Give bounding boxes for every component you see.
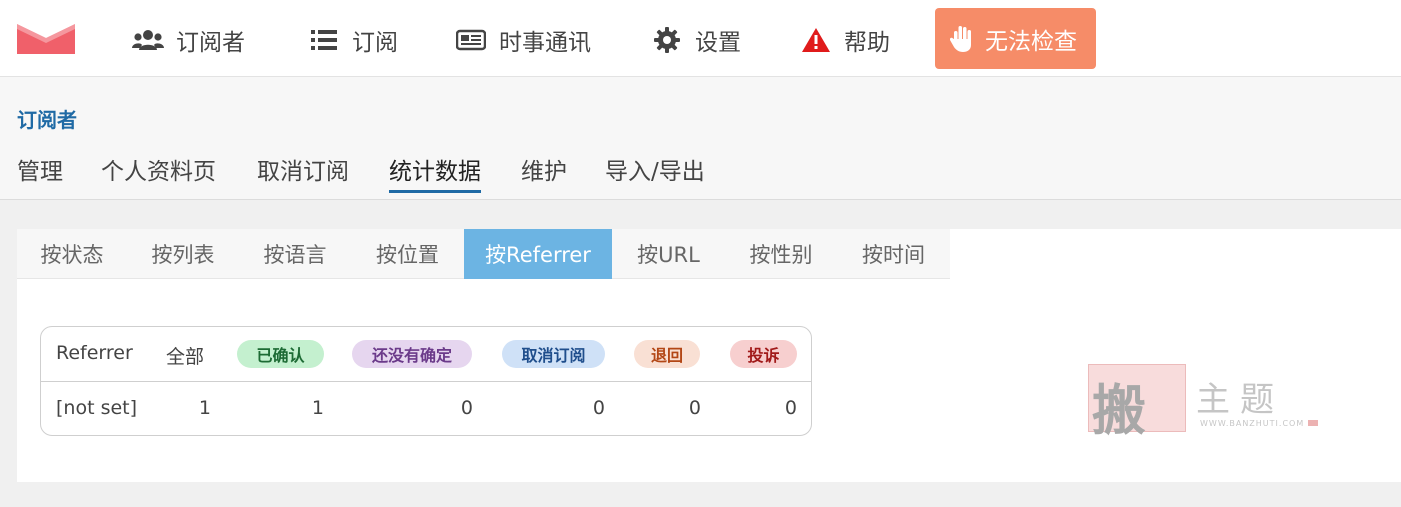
header-complaint-badge: 投诉 — [730, 340, 797, 368]
top-navbar: 订阅者 订阅 时事通讯 设置 帮助 无法检查 — [0, 0, 1401, 77]
row-unsubscribed: 0 — [592, 397, 605, 419]
row-confirmed: 1 — [311, 397, 324, 419]
stats-panel: 按状态 按列表 按语言 按位置 按Referrer 按URL 按性别 按时间 R… — [17, 229, 1401, 482]
users-icon — [132, 26, 164, 54]
header-unconfirmed-badge: 还没有确定 — [352, 340, 472, 368]
nav-help[interactable]: 帮助 — [800, 24, 890, 56]
stats-tabbar: 按状态 按列表 按语言 按位置 按Referrer 按URL 按性别 按时间 — [17, 229, 950, 279]
hand-icon — [947, 24, 977, 54]
site-watermark: 搬 主题 WWW.BANZHUTI.COM — [1088, 364, 1318, 442]
nav-settings[interactable]: 设置 — [651, 24, 741, 56]
subnav-maintenance[interactable]: 维护 — [521, 152, 567, 190]
tab-by-url[interactable]: 按URL — [612, 229, 725, 279]
tab-by-referrer[interactable]: 按Referrer — [464, 229, 612, 279]
newspaper-icon — [455, 26, 487, 54]
tab-by-list[interactable]: 按列表 — [127, 229, 239, 279]
warning-icon — [800, 26, 832, 54]
subnav-manage[interactable]: 管理 — [17, 152, 63, 190]
watermark-mark — [1308, 420, 1318, 426]
watermark-side-text: 主题 — [1196, 380, 1284, 420]
watermark-url: WWW.BANZHUTI.COM — [1200, 419, 1305, 428]
watermark-main-glyph: 搬 — [1092, 379, 1146, 442]
tab-by-location[interactable]: 按位置 — [351, 229, 464, 279]
subnav-unsubscribe[interactable]: 取消订阅 — [257, 152, 349, 190]
row-unconfirmed: 0 — [460, 397, 473, 419]
row-referrer: [not set] — [56, 397, 138, 419]
gear-icon — [651, 26, 683, 54]
nav-lists-label: 订阅 — [352, 30, 398, 56]
cannot-check-button[interactable]: 无法检查 — [935, 8, 1096, 69]
header-referrer: Referrer — [56, 342, 133, 364]
tab-by-status[interactable]: 按状态 — [17, 229, 127, 279]
subnav-import-export[interactable]: 导入/导出 — [605, 152, 705, 190]
cannot-check-label: 无法检查 — [985, 28, 1077, 55]
row-bounced: 0 — [688, 397, 701, 419]
header-confirmed-badge: 已确认 — [237, 340, 324, 368]
tab-by-gender[interactable]: 按性别 — [725, 229, 837, 279]
nav-newsletters-label: 时事通讯 — [499, 30, 591, 56]
nav-lists[interactable]: 订阅 — [308, 24, 398, 56]
page-subheader: 订阅者 管理 个人资料页 取消订阅 统计数据 维护 导入/导出 — [0, 77, 1401, 200]
header-all: 全部 — [166, 346, 205, 368]
nav-help-label: 帮助 — [844, 30, 890, 56]
row-complaint: 0 — [784, 397, 797, 419]
nav-subscribers[interactable]: 订阅者 — [132, 24, 245, 56]
subnav-profile-page[interactable]: 个人资料页 — [101, 152, 216, 190]
nav-newsletters[interactable]: 时事通讯 — [455, 24, 591, 56]
tab-by-time[interactable]: 按时间 — [837, 229, 950, 279]
table-header-row: Referrer 全部 已确认 还没有确定 取消订阅 退回 投诉 — [41, 327, 811, 382]
header-bounced-badge: 退回 — [634, 340, 700, 368]
page-title: 订阅者 — [17, 108, 77, 132]
nav-subscribers-label: 订阅者 — [176, 30, 245, 56]
tab-by-language[interactable]: 按语言 — [239, 229, 351, 279]
subnav-statistics[interactable]: 统计数据 — [389, 152, 481, 193]
list-icon — [308, 26, 340, 54]
row-all: 1 — [198, 397, 211, 419]
referrer-stats-table: Referrer 全部 已确认 还没有确定 取消订阅 退回 投诉 [not se… — [40, 326, 812, 436]
mailpoet-logo[interactable] — [17, 24, 75, 54]
header-unsubscribed-badge: 取消订阅 — [502, 340, 605, 368]
nav-settings-label: 设置 — [695, 30, 741, 56]
